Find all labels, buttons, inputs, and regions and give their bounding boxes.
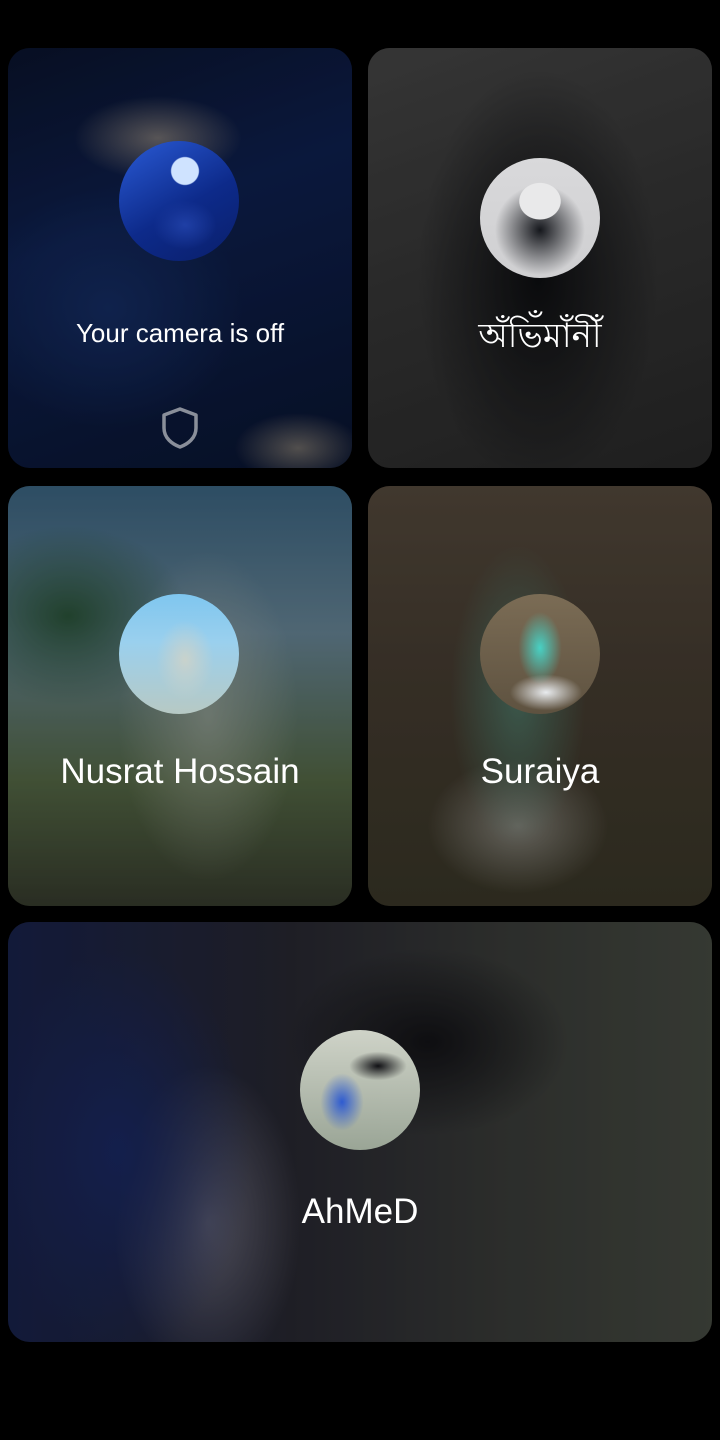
- participant-avatar: [300, 1030, 420, 1150]
- participant-avatar: [480, 158, 600, 278]
- participant-name: Nusrat Hossain: [60, 752, 300, 791]
- participant-tile-self[interactable]: Your camera is off: [8, 48, 352, 468]
- camera-off-label: Your camera is off: [75, 318, 285, 348]
- shield-icon: [162, 407, 198, 449]
- participant-tile[interactable]: AhMeD: [8, 922, 712, 1342]
- participant-name: AhMeD: [301, 1192, 419, 1231]
- participant-avatar: [480, 594, 600, 714]
- participant-tile[interactable]: Nusrat Hossain: [8, 486, 352, 906]
- participant-tile[interactable]: অঁভিঁমাঁনীঁ: [368, 48, 712, 468]
- participant-tile[interactable]: Suraiya: [368, 486, 712, 906]
- participant-name: অঁভিঁমাঁনীঁ: [478, 316, 602, 356]
- participant-name: Suraiya: [480, 752, 600, 791]
- video-call-grid: Your camera is off অঁভিঁমাঁনীঁ Nusrat Ho…: [0, 0, 720, 1440]
- participant-avatar: [119, 594, 239, 714]
- participant-avatar: [119, 141, 239, 261]
